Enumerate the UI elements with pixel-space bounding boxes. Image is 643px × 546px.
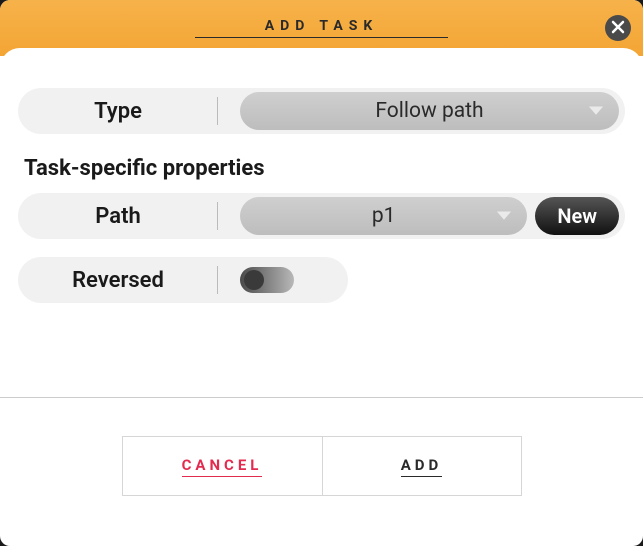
close-button[interactable] — [605, 15, 631, 41]
path-dropdown-value: p1 — [372, 204, 396, 228]
add-button[interactable]: ADD — [322, 436, 522, 496]
path-control: p1 New — [218, 197, 625, 235]
reversed-label: Reversed — [18, 268, 218, 293]
cancel-button[interactable]: CANCEL — [122, 436, 322, 496]
path-label: Path — [18, 204, 218, 229]
add-button-label: ADD — [401, 456, 443, 477]
dialog-footer: CANCEL ADD — [0, 397, 643, 546]
type-dropdown-value: Follow path — [375, 99, 483, 123]
reversed-control — [218, 267, 348, 293]
toggle-knob — [244, 270, 264, 290]
task-properties-heading: Task-specific properties — [24, 156, 625, 181]
type-row: Type Follow path — [18, 88, 625, 134]
dialog-title: ADD TASK — [195, 18, 449, 38]
type-control: Follow path — [218, 92, 625, 130]
chevron-down-icon — [589, 106, 603, 116]
dialog-body: Type Follow path Task-specific propertie… — [0, 48, 643, 397]
new-path-button-label: New — [557, 204, 597, 228]
chevron-down-icon — [497, 211, 511, 221]
close-icon — [611, 19, 625, 38]
reversed-row: Reversed — [18, 257, 348, 303]
cancel-button-label: CANCEL — [182, 456, 263, 477]
type-label: Type — [18, 99, 218, 124]
reversed-toggle[interactable] — [240, 267, 294, 293]
type-dropdown[interactable]: Follow path — [240, 92, 619, 130]
new-path-button[interactable]: New — [535, 197, 619, 235]
path-row: Path p1 New — [18, 193, 625, 239]
add-task-dialog: ADD TASK Type Follow path Task-specific … — [0, 0, 643, 546]
path-dropdown[interactable]: p1 — [240, 197, 527, 235]
